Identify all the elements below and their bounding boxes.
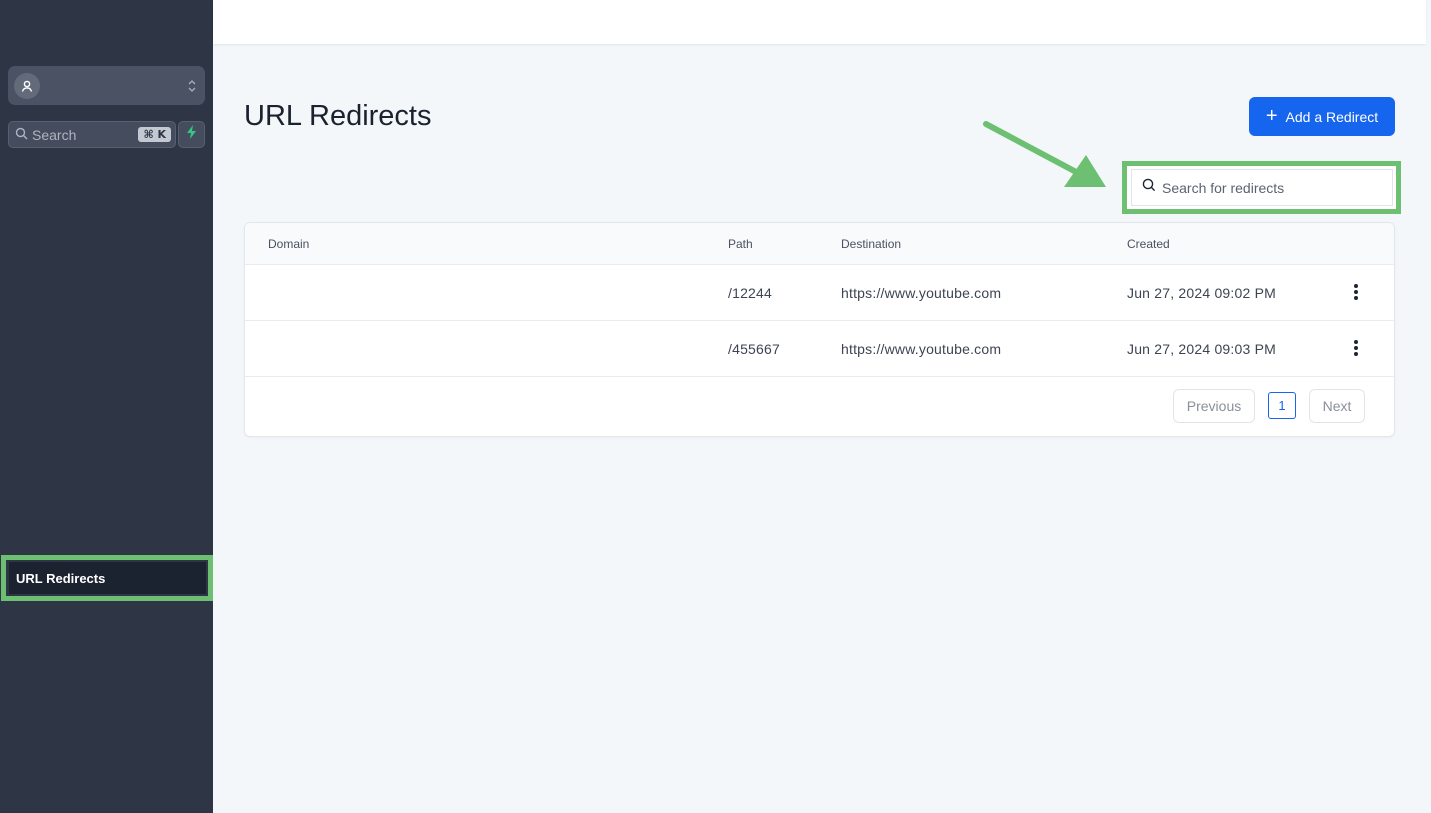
plus-icon: + [1265,104,1278,127]
cell-path: /455667 [728,341,781,357]
kebab-menu-icon[interactable] [1346,337,1366,359]
redirect-search[interactable] [1131,169,1393,206]
page-title: URL Redirects [244,100,432,132]
search-icon [15,127,28,143]
sidebar: Search ⌘ K URL Redirects [0,0,213,813]
pagination-previous-button[interactable]: Previous [1173,389,1255,423]
redirects-table: Domain Path Destination Created /12244 h… [244,222,1395,437]
user-avatar-icon [14,72,40,99]
cell-created: Jun 27, 2024 09:02 PM [1127,285,1276,301]
sidebar-item-url-redirects[interactable]: URL Redirects [9,562,206,594]
kebab-menu-icon[interactable] [1346,281,1366,303]
cell-destination: https://www.youtube.com [841,285,1002,301]
sidebar-search-label: Search [32,126,77,143]
sidebar-item-label: URL Redirects [16,570,106,586]
column-header-created: Created [1127,237,1170,251]
chevron-updown-icon [187,78,197,94]
cell-destination: https://www.youtube.com [841,341,1002,357]
redirect-search-input[interactable] [1162,179,1382,196]
pagination-next-button[interactable]: Next [1309,389,1365,423]
pagination-page-1[interactable]: 1 [1268,392,1296,419]
column-header-domain: Domain [268,237,310,251]
add-redirect-button[interactable]: + Add a Redirect [1249,97,1395,136]
add-redirect-label: Add a Redirect [1285,108,1379,125]
search-icon [1142,178,1156,197]
sidebar-search[interactable]: Search ⌘ K [8,121,176,148]
column-header-path: Path [728,237,753,251]
cell-path: /12244 [728,285,773,301]
top-bar [213,0,1426,44]
annotation-arrow [983,121,1106,187]
table-row[interactable]: /12244 https://www.youtube.com Jun 27, 2… [245,265,1394,321]
cell-created: Jun 27, 2024 09:03 PM [1127,341,1276,357]
table-header: Domain Path Destination Created [245,223,1394,265]
workspace-switcher[interactable] [8,66,205,105]
table-row[interactable]: /455667 https://www.youtube.com Jun 27, … [245,321,1394,377]
search-shortcut-badge: ⌘ K [138,127,171,142]
column-header-destination: Destination [841,237,902,251]
lightning-bolt-icon [186,125,198,144]
quick-actions-button[interactable] [178,121,205,148]
